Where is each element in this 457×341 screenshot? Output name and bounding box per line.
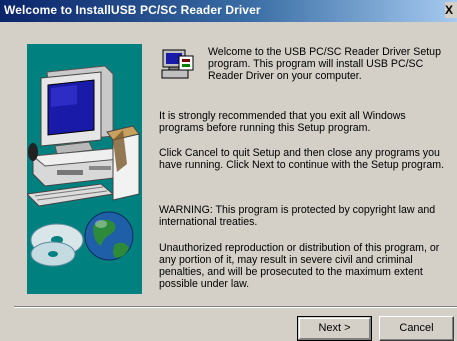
title-bar[interactable]: Welcome to InstallUSB PC/SC Reader Drive… [0, 0, 457, 22]
computer-cd-globe-icon [27, 65, 140, 267]
welcome-text: Welcome to the USB PC/SC Reader Driver S… [208, 46, 441, 82]
copyright-warning-text: WARNING: This program is protected by co… [159, 204, 436, 228]
close-button[interactable]: X [445, 2, 457, 18]
button-separator [14, 306, 457, 308]
setup-computer-icon [161, 49, 194, 79]
unauthorized-text: Unauthorized reproduction or distributio… [159, 242, 440, 290]
cancel-button-label: Cancel [399, 322, 434, 334]
window-title: Welcome to InstallUSB PC/SC Reader Drive… [4, 3, 261, 17]
setup-illustration [27, 44, 142, 294]
next-button-label: Next > [318, 322, 351, 334]
cancel-info-text: Click Cancel to quit Setup and then clos… [159, 147, 445, 171]
cancel-button[interactable]: Cancel [379, 316, 454, 341]
next-button[interactable]: Next > [297, 316, 372, 341]
recommendation-text: It is strongly recommended that you exit… [159, 110, 406, 134]
